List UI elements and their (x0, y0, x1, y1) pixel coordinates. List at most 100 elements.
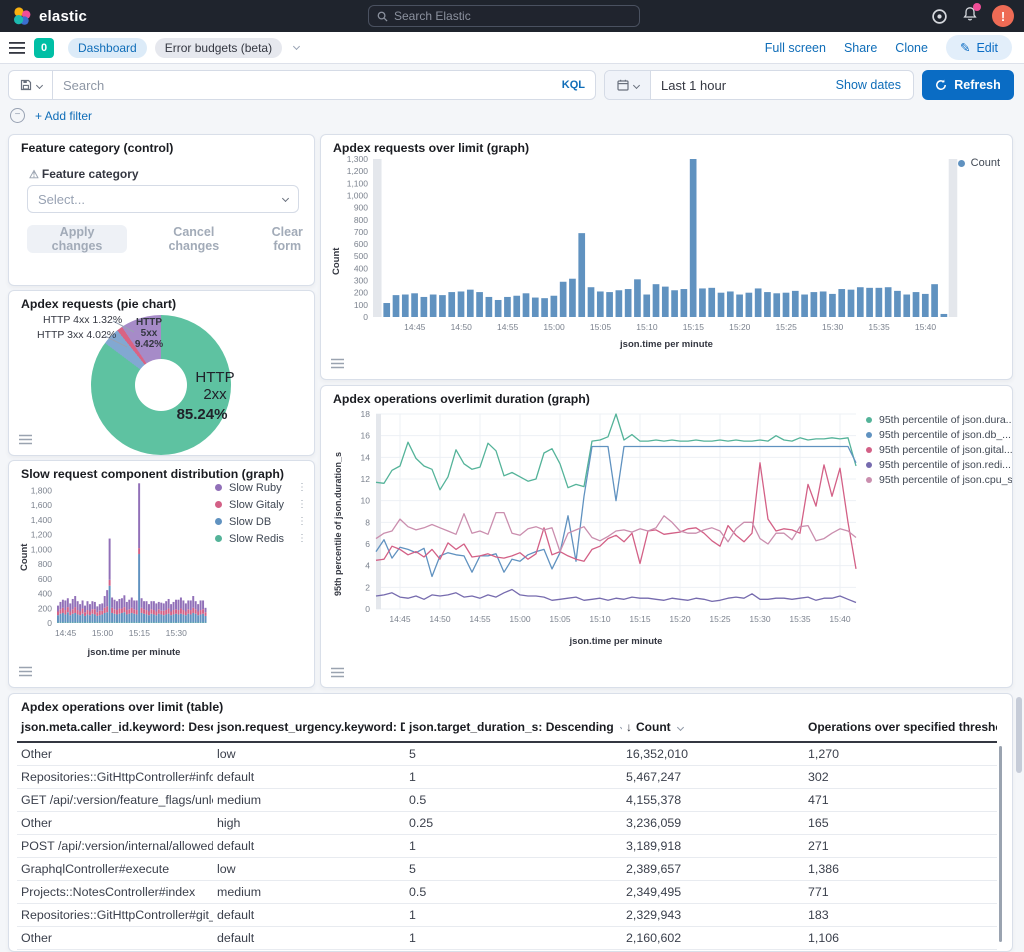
saved-query-menu-button[interactable] (9, 71, 53, 99)
search-input[interactable] (53, 78, 562, 93)
stack-segment (114, 609, 116, 613)
bar (532, 298, 539, 317)
stack-segment (153, 601, 155, 610)
stack-segment (187, 614, 189, 623)
table-row[interactable]: Otherhigh0.253,236,059165 (17, 811, 997, 834)
stack-segment (84, 612, 86, 616)
table-row[interactable]: Otherdefault12,160,6021,106 (17, 926, 997, 949)
clone-button[interactable]: Clone (895, 41, 928, 55)
add-filter-button[interactable]: + Add filter (35, 109, 92, 123)
stack-segment (197, 615, 199, 622)
table-row[interactable]: Repositories::GitHttpController#git_upl.… (17, 903, 997, 926)
legend-toggle-icon[interactable] (15, 429, 35, 449)
stack-segment (136, 600, 138, 610)
bar (486, 297, 493, 317)
svg-text:15:10: 15:10 (636, 322, 658, 332)
stack-segment (57, 612, 59, 616)
svg-text:15:00: 15:00 (92, 628, 114, 638)
bar (718, 293, 725, 317)
legend-toggle-icon[interactable] (327, 662, 347, 682)
stack-segment (94, 614, 96, 622)
table-row[interactable]: Projects::NotesController#indexmedium0.5… (17, 880, 997, 903)
stack-segment (74, 607, 76, 613)
stack-segment (67, 612, 69, 622)
panel-feature-category-control: Feature category (control) ⚠Feature cate… (8, 134, 315, 286)
chevron-down-icon[interactable] (677, 724, 684, 731)
filter-menu-icon[interactable]: − (10, 108, 25, 123)
show-dates-button[interactable]: Show dates (836, 78, 913, 92)
column-header[interactable]: json.meta.caller_id.keyword: Desce... (17, 714, 213, 742)
clear-form-button[interactable]: Clear form (261, 225, 315, 253)
user-avatar[interactable]: ! (992, 5, 1014, 27)
column-header[interactable]: Operations over specified threshold... (804, 714, 997, 742)
status-badge[interactable]: 0 (34, 38, 54, 58)
stack-segment (180, 609, 182, 614)
table-row[interactable]: GET /api/:version/feature_flags/unleash.… (17, 788, 997, 811)
column-header[interactable]: ↓Count (622, 714, 804, 742)
kql-language-button[interactable]: KQL (562, 79, 595, 91)
stack-segment (116, 614, 118, 622)
deployment-icon[interactable] (931, 8, 948, 25)
svg-text:0: 0 (363, 312, 368, 322)
table-cell: default (213, 834, 405, 857)
apply-changes-button[interactable]: Apply changes (27, 225, 127, 253)
svg-text:100: 100 (354, 300, 368, 310)
menu-button[interactable] (0, 41, 34, 55)
stack-segment (148, 604, 150, 611)
stack-segment (173, 602, 175, 610)
cancel-changes-button[interactable]: Cancel changes (153, 225, 234, 253)
stack-segment (205, 612, 207, 616)
feature-category-select[interactable]: Select... (27, 185, 299, 213)
control-buttons: Apply changes Cancel changes Clear form (27, 225, 314, 253)
legend-toggle-icon[interactable] (327, 353, 347, 373)
bar (569, 279, 576, 317)
time-range-value[interactable]: Last 1 hour (651, 78, 836, 93)
elastic-logo[interactable]: elastic (0, 6, 160, 26)
table-cell: Other (17, 742, 213, 765)
share-button[interactable]: Share (844, 41, 877, 55)
svg-text:0: 0 (47, 618, 52, 628)
table-scrollbar[interactable] (999, 746, 1002, 942)
svg-text:1,100: 1,100 (347, 178, 369, 188)
stack-segment (62, 613, 64, 623)
stack-segment (118, 614, 120, 623)
svg-text:1,300: 1,300 (347, 154, 369, 164)
full-screen-button[interactable]: Full screen (765, 41, 826, 55)
bar (801, 295, 808, 317)
stack-segment (168, 609, 170, 614)
column-header[interactable]: json.request_urgency.keyword: Des... (213, 714, 405, 742)
bar (773, 293, 780, 317)
stack-segment (185, 615, 187, 622)
svg-text:15:20: 15:20 (729, 322, 751, 332)
global-search-input[interactable] (394, 9, 631, 23)
stack-segment (205, 616, 207, 623)
column-header[interactable]: json.target_duration_s: Descending (405, 714, 622, 742)
date-quick-select-button[interactable] (605, 71, 651, 99)
table-row[interactable]: POST /api/:version/internal/alloweddefau… (17, 834, 997, 857)
legend-toggle-icon[interactable] (15, 661, 35, 681)
table-row[interactable]: GraphqlController#executelow52,389,6571,… (17, 857, 997, 880)
table-cell: 5,467,247 (622, 765, 804, 788)
svg-text:15:15: 15:15 (629, 614, 651, 624)
table-cell: 1,106 (804, 926, 997, 949)
table-cell: Repositories::GitHttpController#info_ref… (17, 765, 213, 788)
svg-text:1,000: 1,000 (31, 544, 53, 554)
table-cell: 1 (405, 765, 622, 788)
table-row[interactable]: Otherlow516,352,0101,270 (17, 742, 997, 765)
global-search[interactable] (368, 5, 640, 27)
notifications-button[interactable] (962, 6, 978, 27)
refresh-button[interactable]: Refresh (922, 70, 1014, 100)
stack-segment (118, 599, 120, 609)
stack-segment (96, 606, 98, 612)
table-row[interactable]: Repositories::GitHttpController#info_ref… (17, 765, 997, 788)
chevron-down-icon[interactable] (620, 724, 622, 731)
chevron-down-icon[interactable] (293, 42, 300, 49)
edit-button[interactable]: ✎Edit (946, 35, 1012, 60)
stack-segment (182, 610, 184, 614)
stack-segment (109, 539, 111, 580)
stack-segment (106, 612, 108, 622)
page-scrollbar[interactable] (1016, 697, 1022, 773)
stack-segment (165, 601, 167, 610)
stack-segment (87, 610, 89, 614)
breadcrumb-dashboard[interactable]: Dashboard (68, 38, 147, 58)
